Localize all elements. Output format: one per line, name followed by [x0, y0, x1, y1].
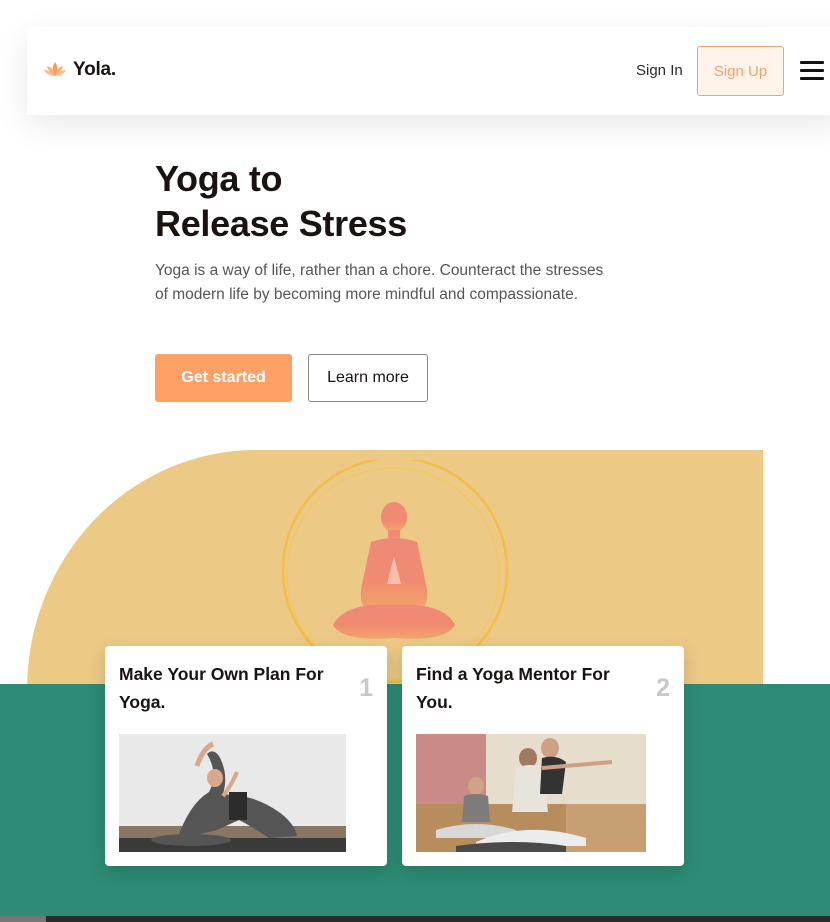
feature-card-2[interactable]: Find a Yoga Mentor For You. 2 — [402, 646, 684, 866]
hero-title: Yoga to Release Stress — [155, 156, 575, 246]
card-number: 1 — [359, 674, 373, 702]
yoga-class-photo — [416, 734, 646, 852]
sign-up-button[interactable]: Sign Up — [697, 46, 784, 96]
learn-more-button[interactable]: Learn more — [308, 354, 428, 402]
logo[interactable]: Yola. — [43, 58, 116, 82]
get-started-button[interactable]: Get started — [155, 354, 292, 402]
feature-card-1[interactable]: Make Your Own Plan For Yoga. 1 — [105, 646, 387, 866]
hero-title-line-2: Release Stress — [155, 203, 407, 244]
bottom-bar-segment — [0, 916, 46, 922]
yoga-pose-photo — [119, 734, 346, 852]
bottom-bar — [0, 916, 830, 922]
hero-title-line-1: Yoga to — [155, 158, 283, 199]
card-title: Make Your Own Plan For Yoga. — [119, 664, 324, 712]
card-title: Find a Yoga Mentor For You. — [416, 664, 610, 712]
site-header: Yola. Sign In Sign Up — [27, 27, 830, 115]
card-number: 2 — [656, 674, 670, 702]
hamburger-menu-icon[interactable] — [800, 61, 824, 81]
sign-in-link[interactable]: Sign In — [636, 62, 683, 79]
lotus-icon — [44, 62, 66, 76]
logo-text: Yola. — [73, 59, 116, 80]
hero-description: Yoga is a way of life, rather than a cho… — [155, 262, 604, 303]
